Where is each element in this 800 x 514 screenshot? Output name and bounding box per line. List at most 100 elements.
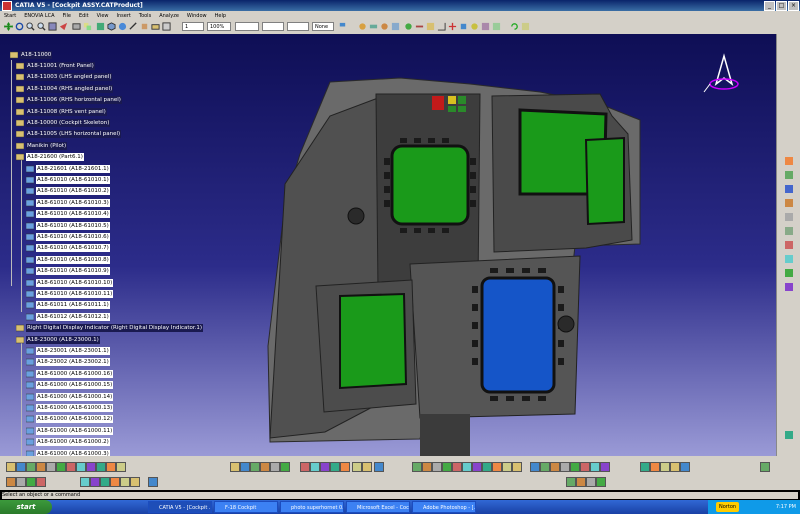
toolbar-tool-icon[interactable] — [352, 462, 362, 472]
tree-item[interactable]: A18-21601 (A18-21601.1) — [26, 164, 110, 174]
task-catia[interactable]: CATIA V5 - [Cockpit ... — [148, 501, 212, 513]
coincidence-icon[interactable] — [404, 22, 413, 31]
tree-item[interactable]: A18-61010 (A18-61010.7) — [26, 243, 110, 253]
menu-enovia[interactable]: ENOVIA LCA — [20, 13, 58, 19]
toolbar-tool-icon[interactable] — [452, 462, 462, 472]
manipulate-icon[interactable] — [380, 22, 389, 31]
tree-item[interactable]: A18-11006 (RHS horizontal panel) — [16, 95, 122, 105]
toolbar-tool-icon[interactable] — [422, 462, 432, 472]
offset-icon[interactable] — [426, 22, 435, 31]
tree-item[interactable]: A18-61010 (A18-61010.4) — [26, 209, 110, 219]
properties-icon[interactable] — [162, 22, 171, 31]
toolbar-tool-icon[interactable] — [90, 477, 100, 487]
maximize-button[interactable]: □ — [776, 0, 787, 11]
toolbar-tool-icon[interactable] — [580, 462, 590, 472]
tree-item[interactable]: A18-23000 (A18-23000.1) — [16, 335, 100, 345]
tree-item[interactable]: A18-11004 (RHS angled panel) — [16, 84, 114, 94]
toolbar-tool-icon[interactable] — [310, 462, 320, 472]
toolbar-tool-icon[interactable] — [250, 462, 260, 472]
toolbar-tool-icon[interactable] — [680, 462, 690, 472]
catalog-icon[interactable] — [784, 156, 794, 166]
toolbar-tool-icon[interactable] — [300, 462, 310, 472]
toolbar-tool-icon[interactable] — [560, 462, 570, 472]
toolbar-tool-icon[interactable] — [362, 462, 372, 472]
toolbar-tool-icon[interactable] — [240, 462, 250, 472]
tree-item[interactable]: A18-11005 (LHS horizontal panel) — [16, 129, 122, 139]
tree-item[interactable]: A18-11008 (RHS vent panel) — [16, 107, 107, 117]
tree-item[interactable]: A18-61000 (A18-61000.16) — [26, 369, 114, 379]
line-weight-combo[interactable] — [262, 22, 284, 31]
contact-icon[interactable] — [415, 22, 424, 31]
toolbar-tool-icon[interactable] — [576, 477, 586, 487]
toolbar-tool-icon[interactable] — [80, 477, 90, 487]
toolbar-tool-icon[interactable] — [16, 477, 26, 487]
replace-component-icon[interactable] — [784, 198, 794, 208]
zoom-in-icon[interactable] — [26, 22, 35, 31]
toolbar-tool-icon[interactable] — [432, 462, 442, 472]
task-f18-cockpit[interactable]: F-18 Cockpit — [214, 501, 278, 513]
snap-icon[interactable] — [369, 22, 378, 31]
multi-instantiation-icon[interactable] — [784, 268, 794, 278]
manage-representations-icon[interactable] — [784, 254, 794, 264]
fix-icon[interactable] — [448, 22, 457, 31]
toolbar-tool-icon[interactable] — [492, 462, 502, 472]
menu-help[interactable]: Help — [211, 13, 230, 19]
zoom-out-icon[interactable] — [37, 22, 46, 31]
shading-icon[interactable] — [118, 22, 127, 31]
existing-product-icon[interactable] — [784, 184, 794, 194]
toolbar-tool-icon[interactable] — [650, 462, 660, 472]
isometric-view-icon[interactable] — [107, 22, 116, 31]
toolbar-tool-icon[interactable] — [590, 462, 600, 472]
toolbar-tool-icon[interactable] — [120, 477, 130, 487]
menu-file[interactable]: File — [59, 13, 75, 19]
tree-item[interactable]: A18-61010 (A18-61010.8) — [26, 255, 110, 265]
toolbar-tool-icon[interactable] — [502, 462, 512, 472]
menu-view[interactable]: View — [93, 13, 113, 19]
toolbar-tool-icon[interactable] — [566, 477, 576, 487]
toolbar-tool-icon[interactable] — [330, 462, 340, 472]
toolbar-tool-icon[interactable] — [374, 462, 384, 472]
task-photoshop[interactable]: Adobe Photoshop - [... — [412, 501, 476, 513]
line-type-combo[interactable] — [235, 22, 259, 31]
tree-item[interactable]: A18-61000 (A18-61000.13) — [26, 403, 114, 413]
toolbar-tool-icon[interactable] — [130, 477, 140, 487]
tree-item[interactable]: A18-61010 (A18-61010.5) — [26, 221, 110, 231]
selective-load-icon[interactable] — [784, 240, 794, 250]
point-combo[interactable] — [287, 22, 309, 31]
toolbar-tool-icon[interactable] — [86, 462, 96, 472]
apply-material-icon[interactable] — [140, 22, 149, 31]
tree-item[interactable]: A18-61000 (A18-61000.14) — [26, 392, 114, 402]
change-constraint-icon[interactable] — [492, 22, 501, 31]
task-photo[interactable]: photo superhornet 0... — [280, 501, 344, 513]
toolbar-tool-icon[interactable] — [100, 477, 110, 487]
toolbar-tool-icon[interactable] — [76, 462, 86, 472]
toolbar-tool-icon[interactable] — [530, 462, 540, 472]
swap-space-icon[interactable] — [83, 22, 92, 31]
close-button[interactable]: × — [788, 0, 799, 11]
tree-item[interactable]: A18-61010 (A18-61010.6) — [26, 232, 110, 242]
tree-item[interactable]: A18-61010 (A18-61010.9) — [26, 266, 110, 276]
tree-item[interactable]: A18-11003 (LHS angled panel) — [16, 72, 113, 82]
tree-item[interactable]: A18-61011 (A18-61011.1) — [26, 300, 110, 310]
explode-icon[interactable] — [391, 22, 400, 31]
line-width-combo[interactable]: 1 — [182, 22, 204, 31]
toolbar-tool-icon[interactable] — [6, 462, 16, 472]
menu-insert[interactable]: Insert — [113, 13, 135, 19]
view-mode-icon[interactable] — [96, 22, 105, 31]
toolbar-tool-icon[interactable] — [596, 477, 606, 487]
menu-start[interactable]: Start — [0, 13, 20, 19]
toolbar-tool-icon[interactable] — [106, 462, 116, 472]
more-tools-icon[interactable] — [784, 430, 794, 440]
toolbar-tool-icon[interactable] — [550, 462, 560, 472]
fix-together-icon[interactable] — [459, 22, 468, 31]
toolbar-tool-icon[interactable] — [586, 477, 596, 487]
update-icon[interactable] — [510, 22, 519, 31]
toolbar-tool-icon[interactable] — [6, 477, 16, 487]
toolbar-tool-icon[interactable] — [270, 462, 280, 472]
tree-item[interactable]: A18-23002 (A18-23002.1) — [26, 357, 110, 367]
toolbar-tool-icon[interactable] — [230, 462, 240, 472]
tree-item[interactable]: A18-61000 (A18-61000.2) — [26, 437, 110, 447]
task-excel[interactable]: Microsoft Excel - Coc... — [346, 501, 410, 513]
hide-show-icon[interactable] — [72, 22, 81, 31]
tree-item[interactable]: A18-61000 (A18-61000.15) — [26, 380, 114, 390]
